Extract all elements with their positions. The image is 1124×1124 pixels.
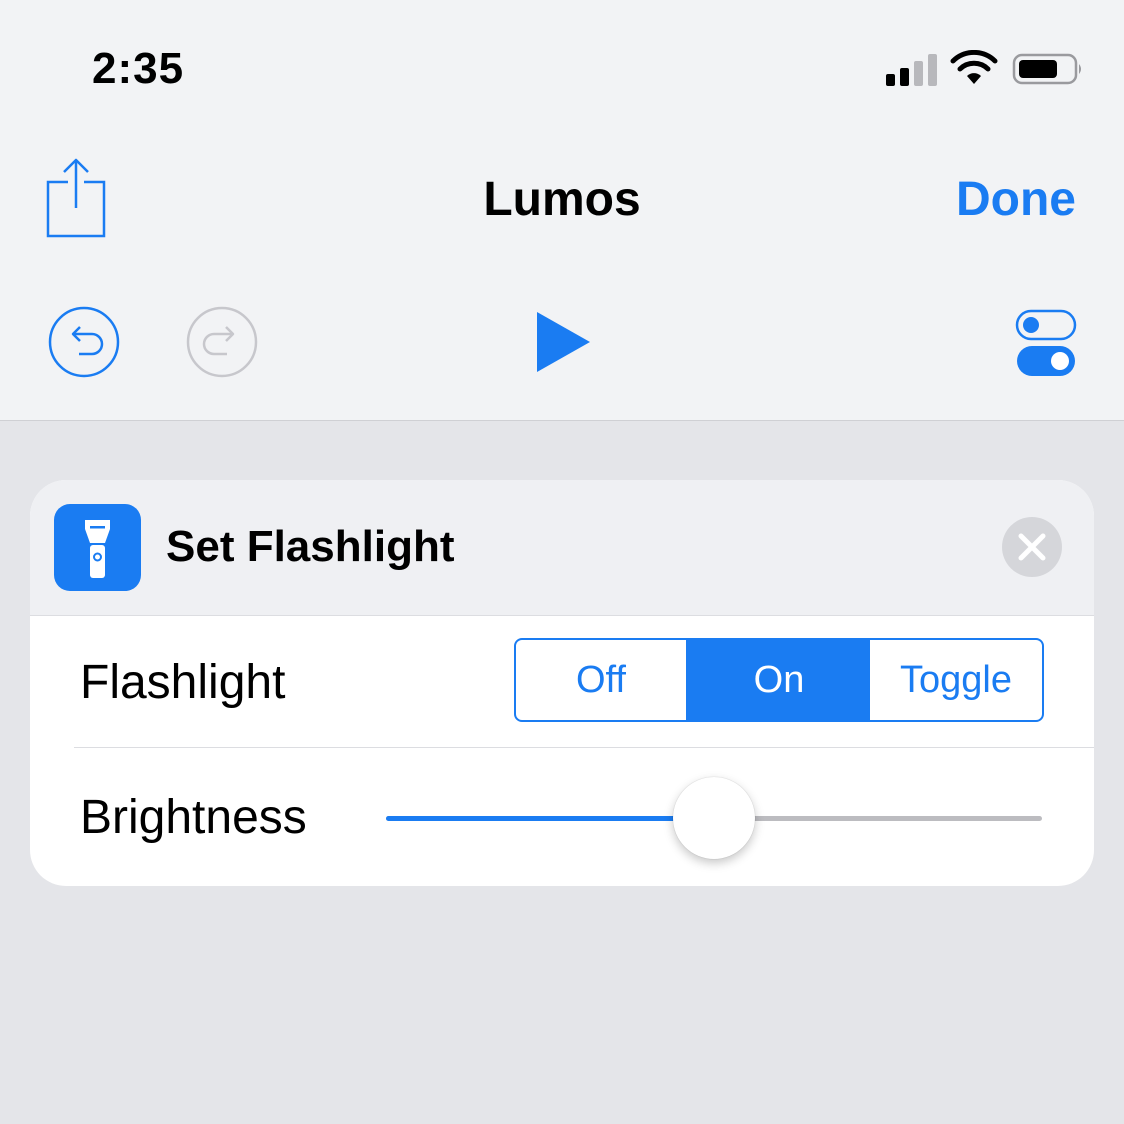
wifi-icon (950, 50, 998, 84)
redo-icon (186, 306, 258, 378)
status-time: 2:35 (92, 44, 185, 93)
card-title: Set Flashlight (166, 522, 455, 571)
battery-icon (1012, 53, 1081, 85)
toggle-settings-icon[interactable] (1014, 308, 1078, 378)
cellular-signal-icon (886, 52, 938, 86)
undo-icon[interactable] (46, 304, 122, 380)
close-icon (1018, 533, 1046, 561)
brightness-slider[interactable] (386, 774, 1042, 864)
card-header: Set Flashlight (30, 480, 1094, 616)
play-icon[interactable] (534, 310, 592, 374)
flashlight-icon (54, 504, 141, 591)
segment-toggle[interactable]: Toggle (870, 640, 1042, 720)
remove-action-button[interactable] (1002, 517, 1062, 577)
done-button[interactable]: Done (956, 172, 1076, 227)
flashlight-label: Flashlight (80, 656, 286, 709)
segment-on[interactable]: On (688, 640, 870, 720)
slider-fill (386, 816, 714, 821)
top-bar: 2:35 Lumos Done (0, 0, 1124, 421)
set-flashlight-card: Set Flashlight Flashlight Off On Toggle … (30, 480, 1094, 886)
brightness-label: Brightness (80, 791, 307, 844)
flashlight-mode-control: Off On Toggle (514, 638, 1044, 722)
slider-thumb[interactable] (673, 777, 755, 859)
segment-off[interactable]: Off (516, 640, 688, 720)
divider (74, 747, 1094, 748)
